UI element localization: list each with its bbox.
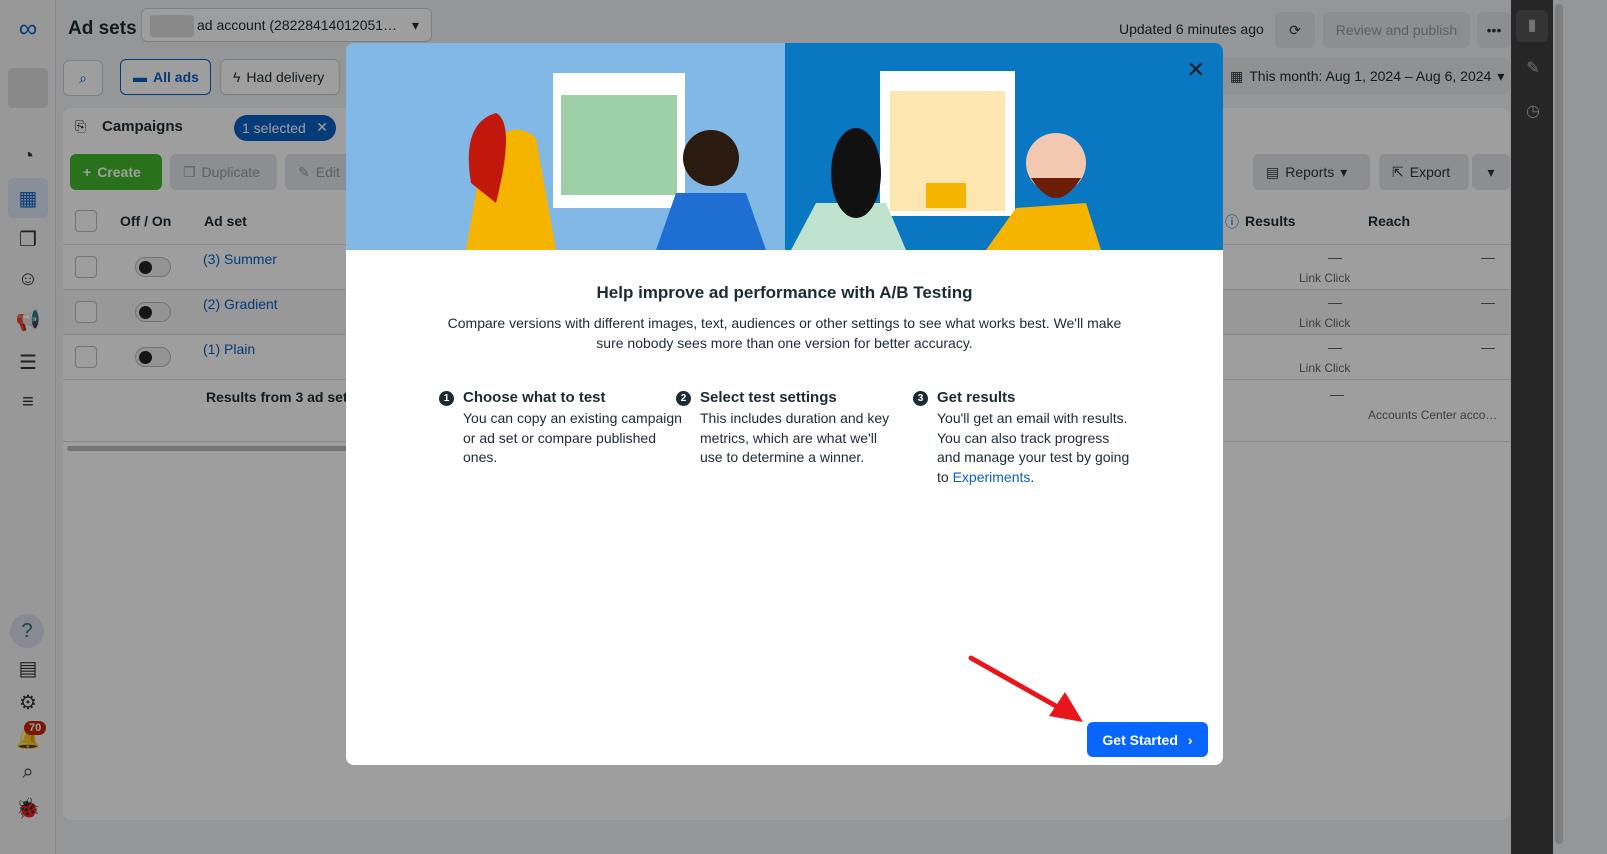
step-title: Select test settings <box>700 389 837 406</box>
chevron-right-icon: › <box>1187 731 1193 748</box>
step-text-end: . <box>1030 468 1035 485</box>
step-title: Choose what to test <box>463 389 606 406</box>
step-text: This includes duration and key metrics, … <box>700 410 890 465</box>
close-icon[interactable]: ✕ <box>1187 57 1205 83</box>
step-title: Get results <box>937 389 1016 406</box>
step-choose: 1 Choose what to test You can copy an exis… <box>439 389 688 468</box>
step-number-icon: 3 <box>913 391 928 406</box>
get-started-label: Get Started <box>1102 731 1178 748</box>
step-text: You'll get an email with results. You ca… <box>937 409 1132 487</box>
step-number-icon: 1 <box>439 391 454 406</box>
get-started-button[interactable]: Get Started › <box>1087 722 1208 757</box>
annotation-arrow-icon <box>968 655 1083 722</box>
modal-title: Help improve ad performance with A/B Tes… <box>596 283 973 302</box>
modal-description: Compare versions with different images, … <box>447 315 1122 351</box>
step-text: You can copy an existing campaign or ad … <box>463 410 682 465</box>
experiments-link[interactable]: Experiments <box>953 469 1031 485</box>
step-settings: 2 Select test settings This includes durat… <box>676 389 900 468</box>
ab-test-illustration <box>346 43 1223 250</box>
ab-test-modal: ✕ Help improve ad performance with A/B T… <box>346 43 1223 765</box>
step-number-icon: 2 <box>676 391 691 406</box>
step-results: 3 Get results You'll get an email with res… <box>913 389 1132 487</box>
